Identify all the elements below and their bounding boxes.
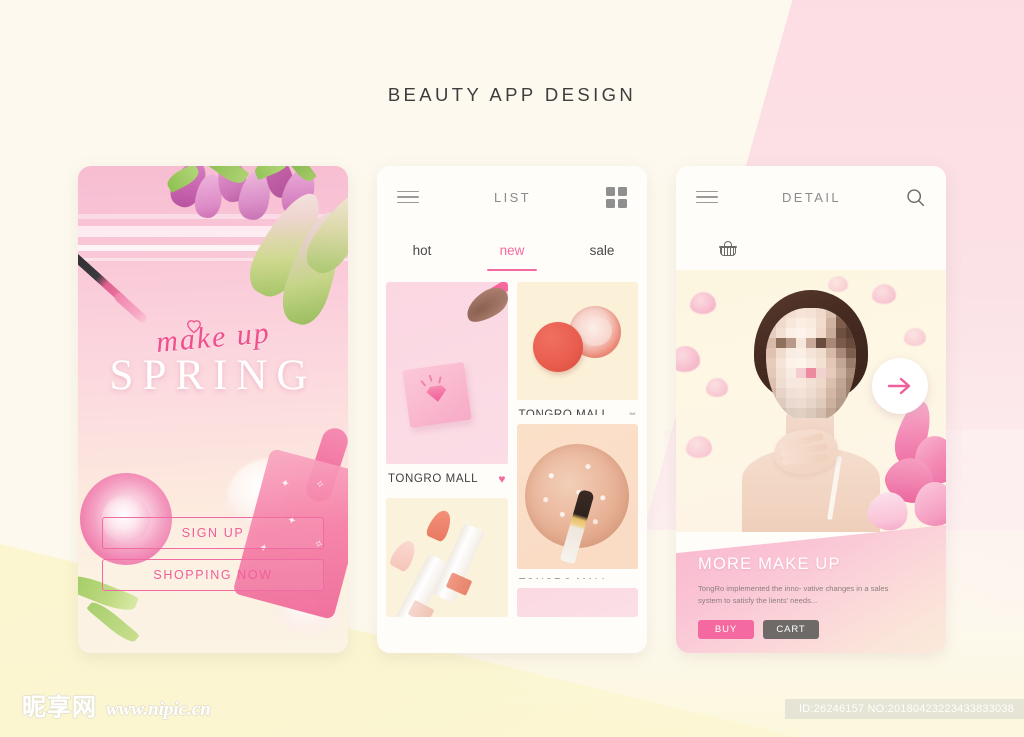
splash-button-group: SIGN UP SHOPPING NOW	[102, 517, 324, 601]
grid-view-icon[interactable]	[606, 186, 627, 208]
product-column-left: TONGRO MALL ♥ #SHADOW #BRUSH	[386, 282, 508, 617]
product-card[interactable]: TONGRO MALL ♥ #SHADOW #BRUSH	[386, 282, 508, 489]
shopping-now-button[interactable]: SHOPPING NOW	[102, 559, 324, 591]
category-tabs: hot new sale	[377, 229, 647, 271]
product-thumbnail-lipsticks	[386, 497, 508, 617]
script-makeup-text: make up	[154, 316, 272, 359]
favorite-heart-icon[interactable]: ♥	[629, 578, 636, 580]
detail-hero-image	[676, 270, 946, 532]
detail-header-title: DETAIL	[782, 189, 841, 205]
product-thumbnail-brush-compact	[386, 282, 508, 464]
phone-mockup-detail: DETAIL cart BUY buy	[676, 166, 946, 653]
watermark-url-text: www.nipic.cn	[106, 699, 211, 720]
sign-up-button[interactable]: SIGN UP	[102, 517, 324, 549]
tab-hot[interactable]: hot	[377, 229, 467, 271]
product-meta: TONGRO MALL ♥ #SHADOW #BRUSH	[386, 464, 508, 489]
watermark-logo-text: 昵享网	[22, 693, 97, 721]
product-meta: TONGRO MALL ♥ #LIP #PINK	[517, 400, 639, 415]
product-thumbnail-balm	[516, 282, 638, 400]
image-id-strip: ID:26246157 NO:20180423223433833038	[785, 699, 1024, 719]
product-meta: TONGRO MALL ♥ #PEAL #SHINE	[517, 569, 639, 580]
basket-icon	[719, 240, 738, 256]
product-grid: TONGRO MALL ♥ #SHADOW #BRUSH	[377, 272, 647, 617]
phone-mockup-list: LIST hot new sale TONGRO MALL ♥	[377, 166, 647, 653]
orchid-flower-decor	[852, 396, 946, 532]
arrow-right-icon	[887, 377, 911, 395]
phone-mockup-splash: ✦ ✧ ✦ ✧ ✦ make up SPRING SIGN UP SHOPPIN…	[78, 166, 348, 653]
product-brand: TONGRO MALL	[519, 578, 609, 580]
cart-button[interactable]: CART	[763, 619, 819, 639]
detail-button-group: BUY CART	[698, 619, 924, 639]
site-watermark: 昵享网 www.nipic.cn	[22, 695, 211, 719]
tab-new[interactable]: new	[467, 229, 557, 271]
search-icon[interactable]	[905, 187, 926, 208]
heart-outline-icon	[187, 320, 202, 334]
splash-wordmark: make up SPRING	[78, 316, 348, 400]
product-thumbnail-pink	[516, 588, 638, 617]
product-card[interactable]	[516, 588, 638, 617]
tab-sale[interactable]: sale	[557, 229, 647, 271]
next-arrow-button[interactable]	[872, 358, 928, 414]
buy-button[interactable]: BUY	[698, 619, 754, 639]
list-app-header: LIST	[377, 166, 647, 228]
product-brand: TONGRO MALL	[388, 473, 479, 485]
page-title: BEAUTY APP DESIGN	[387, 84, 637, 105]
product-thumbnail-shadow	[516, 423, 638, 569]
product-column-right: TONGRO MALL ♥ #LIP #PINK TONGRO MALL	[516, 282, 639, 617]
hamburger-icon[interactable]	[696, 190, 718, 204]
pixelated-face	[766, 308, 856, 420]
list-header-title: LIST	[493, 189, 532, 205]
favorite-heart-icon[interactable]: ♥	[629, 409, 636, 415]
detail-app-header: DETAIL	[676, 166, 946, 228]
detail-panel-description: TongRo implemented the inno- vative chan…	[698, 584, 889, 606]
product-card[interactable]: TONGRO MALL ♥ #PEAL #SHINE	[516, 423, 639, 580]
product-card[interactable]	[386, 497, 508, 617]
screenshot-canvas: BEAUTY APP DESIGN ✦ ✧ ✦ ✧ ✦ make up SPRI…	[0, 0, 1024, 737]
splash-headline: SPRING	[109, 352, 317, 399]
hamburger-icon[interactable]	[397, 190, 419, 204]
product-brand: TONGRO MALL	[519, 409, 609, 415]
favorite-heart-icon[interactable]: ♥	[498, 473, 505, 485]
product-card[interactable]: TONGRO MALL ♥ #LIP #PINK	[516, 282, 639, 415]
detail-panel-title: MORE MAKE UP	[698, 555, 841, 573]
